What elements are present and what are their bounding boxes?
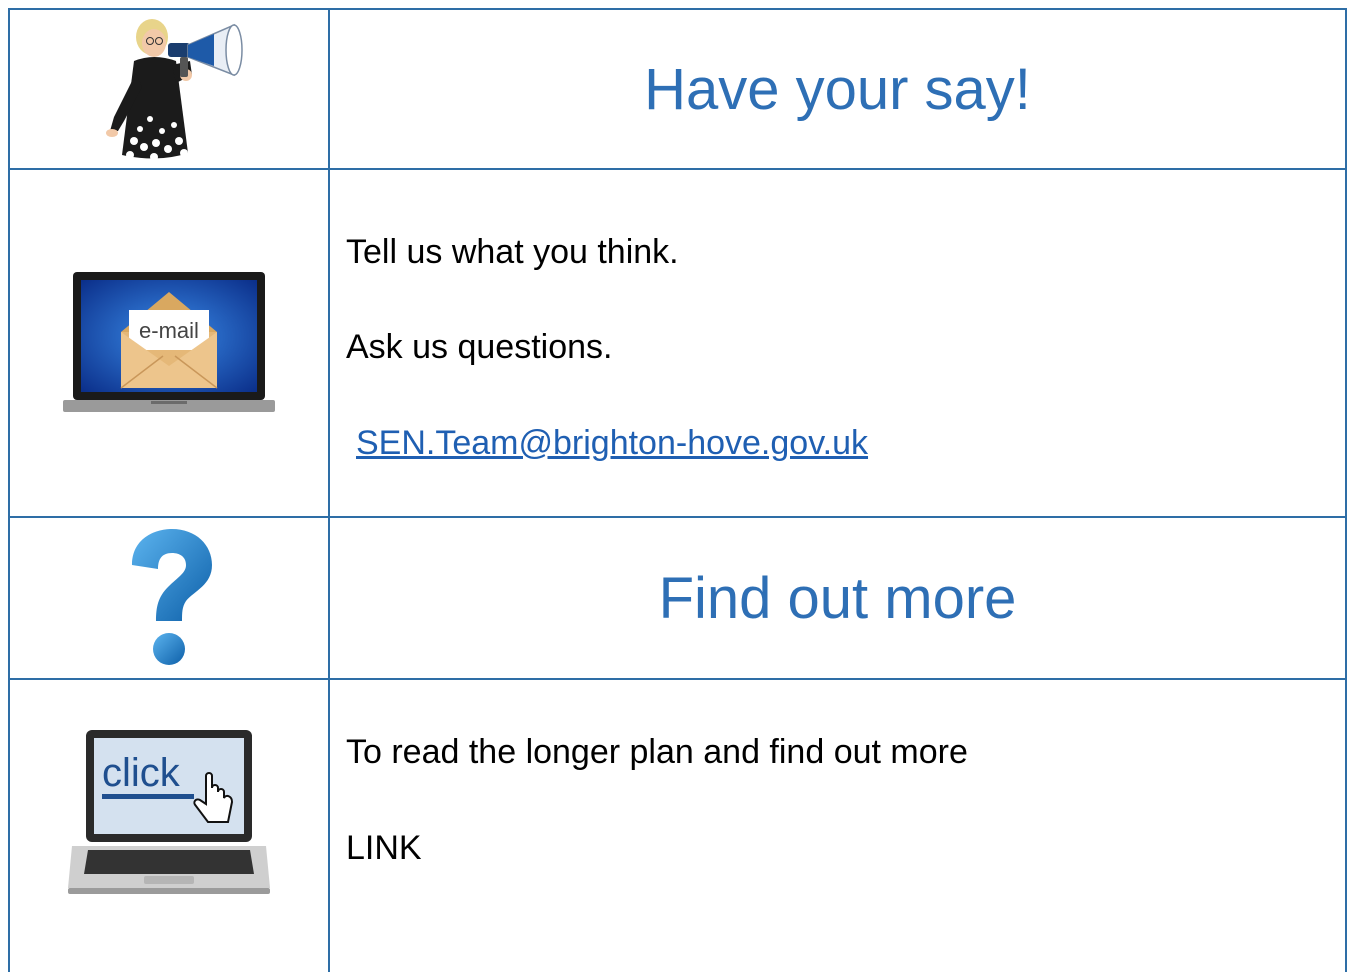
megaphone-person-icon-cell — [10, 10, 328, 168]
email-link[interactable]: SEN.Team@brighton-hove.gov.uk — [356, 424, 868, 462]
email-laptop-icon-cell: e-mail — [10, 170, 328, 516]
table-border-right — [1345, 8, 1347, 972]
click-icon-label: click — [102, 751, 181, 795]
longer-plan-text: To read the longer plan and find out mor… — [346, 733, 968, 771]
click-laptop-icon: click — [68, 730, 270, 894]
click-laptop-icon-cell: click — [10, 680, 328, 972]
link-text-cell: To read the longer plan and find out mor… — [330, 680, 1345, 972]
email-icon-label: e-mail — [139, 318, 199, 343]
question-mark-icon — [132, 529, 212, 665]
have-your-say-heading: Have your say! — [644, 56, 1031, 122]
find-out-more-heading: Find out more — [658, 565, 1017, 631]
email-paragraph: SEN.Team@brighton-hove.gov.uk — [356, 426, 868, 460]
ask-us-text: Ask us questions. — [346, 328, 613, 366]
megaphone-person-icon — [106, 19, 243, 161]
easy-read-table: Have your say! e-mail Tell us what you t… — [8, 8, 1347, 972]
link-placeholder[interactable]: LINK — [346, 831, 422, 865]
email-text-cell: Tell us what you think. Ask us questions… — [330, 170, 1345, 516]
question-mark-icon-cell — [10, 518, 328, 678]
email-laptop-icon: e-mail — [63, 272, 275, 412]
tell-us-text: Tell us what you think. — [346, 233, 679, 271]
